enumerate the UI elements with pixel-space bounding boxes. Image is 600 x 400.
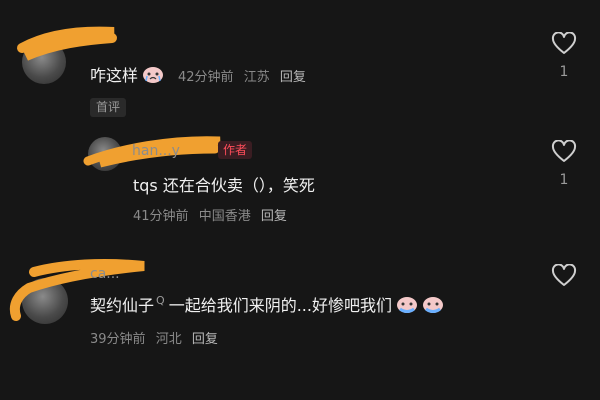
first-comment-tag: 首评 [90,98,127,117]
like-count: 1 [559,64,569,80]
like-button[interactable]: 1 [549,32,579,80]
comment-location: 河北 [155,332,182,347]
like-count: 1 [559,172,569,188]
comment-text-content: 咋这样 [90,66,139,85]
author-badge: 作者 [218,141,253,159]
reply-button[interactable]: 回复 [261,209,287,224]
like-button[interactable]: 1 [549,140,579,188]
comment-text[interactable]: 契约仙子 Q 一起给我们来阴的...好惨吧我们 [90,292,444,316]
comment-text-content: tqs 还在合伙卖（），笑死 [133,176,315,195]
comment-time: 39分钟前 [90,332,146,347]
heart-outline-icon[interactable] [551,140,577,164]
comment-text[interactable]: tqs 还在合伙卖（），笑死 [133,172,315,196]
heart-outline-icon[interactable] [551,32,577,56]
comment-item: 咋这样 42分钟前 江苏 回复 首评 1 [0,0,600,125]
comment-item: han...y 作者 tqs 还在合伙卖（），笑死 41分钟前 中国香港 回复 … [0,125,600,240]
comment-author-name[interactable]: han...y [132,143,180,159]
comment-meta: 39分钟前 河北 回复 [90,328,218,347]
search-mark[interactable]: Q [156,294,165,307]
crying-face-emoji [396,297,417,313]
comment-item: ca... 契约仙子 Q 一起给我们来阴的...好惨吧我们 39分钟前 河北 回… [0,240,600,400]
heart-outline-icon[interactable] [551,264,577,288]
comment-author-name[interactable]: ca... [90,266,120,282]
reply-button[interactable]: 回复 [280,70,306,85]
comment-time: 42分钟前 [178,70,234,85]
crying-face-emoji [143,67,164,83]
comment-location: 江苏 [243,70,270,85]
comment-meta: 42分钟前 江苏 回复 [178,66,306,85]
scribble-overlay [17,26,117,61]
comment-text[interactable]: 咋这样 [90,62,164,86]
reply-button[interactable]: 回复 [192,332,218,347]
comment-text-content: 一起给我们来阴的...好惨吧我们 [168,296,392,315]
comment-text-content: 契约仙子 [90,296,155,315]
comment-time: 41分钟前 [133,209,189,224]
like-button[interactable] [549,264,579,296]
comment-meta: 41分钟前 中国香港 回复 [133,205,287,224]
comment-location: 中国香港 [198,209,251,224]
crying-face-emoji [422,297,443,313]
